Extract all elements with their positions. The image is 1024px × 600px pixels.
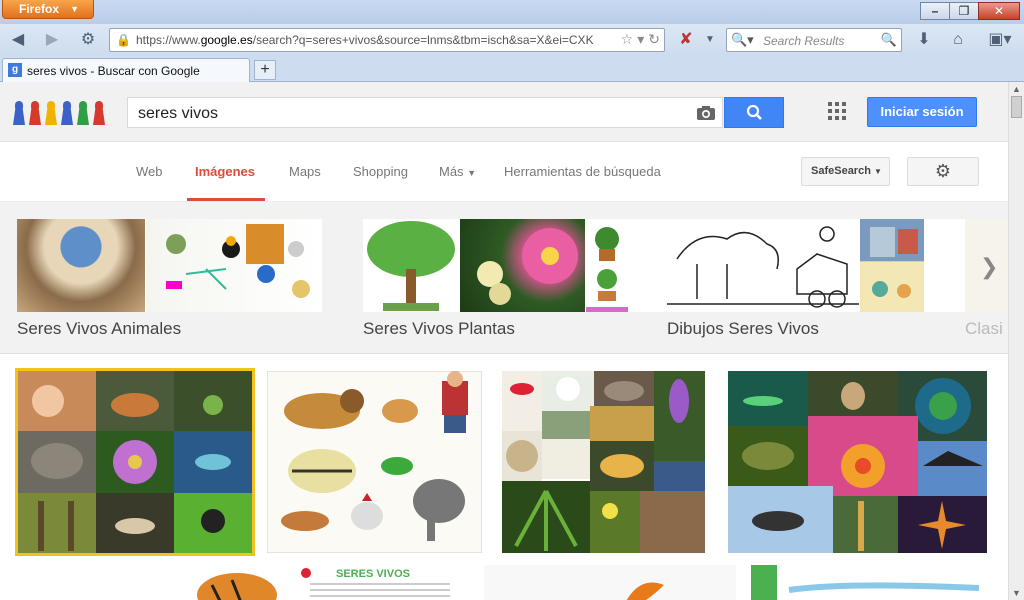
thumbnail-image: [363, 219, 459, 312]
addon-icon[interactable]: ✘: [676, 31, 696, 49]
minimize-icon: –: [931, 4, 939, 18]
thumbnail-image: [860, 219, 924, 312]
sign-in-button[interactable]: Iniciar sesión: [867, 97, 977, 127]
minimize-button[interactable]: –: [920, 2, 950, 20]
bookmark-star-icon[interactable]: ☆: [621, 31, 634, 48]
navigation-toolbar: ◀ ▶ ⚙ 🔒 https://www.google.es/search?q=s…: [0, 24, 1024, 56]
search-bar[interactable]: 🔍▾ Search Results 🔍: [726, 28, 902, 52]
image-result[interactable]: [502, 371, 705, 553]
home-icon[interactable]: ⌂: [948, 31, 968, 49]
scroll-up-icon[interactable]: ▲: [1012, 84, 1021, 94]
search-type-nav: Web Imágenes Maps Shopping Más ▼ Herrami…: [0, 142, 1008, 202]
url-text[interactable]: https://www.google.es/search?q=seres+viv…: [136, 33, 616, 47]
search-placeholder: Search Results: [763, 34, 845, 48]
forward-icon[interactable]: ▶: [42, 31, 62, 49]
related-label[interactable]: Clasi: [965, 319, 1003, 339]
search-go-icon[interactable]: 🔍: [881, 32, 897, 48]
scrollbar-thumb[interactable]: [1011, 96, 1022, 118]
url-bar[interactable]: 🔒 https://www.google.es/search?q=seres+v…: [109, 28, 665, 52]
nav-shopping[interactable]: Shopping: [353, 164, 408, 179]
addon-dropdown-icon[interactable]: ▼: [700, 31, 720, 49]
tab-google-search[interactable]: g seres vivos - Buscar con Google: [2, 58, 250, 82]
tab-title: seres vivos - Buscar con Google: [27, 64, 200, 78]
google-search-button[interactable]: [724, 97, 784, 128]
back-icon[interactable]: ◀: [8, 31, 28, 49]
related-item[interactable]: Seres Vivos Plantas: [363, 219, 668, 338]
chevron-down-icon: ▼: [70, 4, 79, 14]
nav-more[interactable]: Más ▼: [439, 164, 476, 179]
new-tab-button[interactable]: +: [254, 60, 276, 80]
firefox-menu-button[interactable]: Firefox ▼: [2, 0, 94, 19]
svg-text:SERES VIVOS: SERES VIVOS: [336, 568, 410, 580]
search-engine-icon[interactable]: 🔍▾: [731, 32, 754, 48]
image-result[interactable]: [267, 371, 482, 553]
thumbnail-image: [146, 219, 322, 312]
thumbnail-image: [460, 219, 585, 312]
chevron-right-icon[interactable]: ❯: [980, 254, 998, 280]
related-label[interactable]: Seres Vivos Animales: [17, 319, 181, 339]
google-favicon-icon: g: [8, 63, 22, 77]
image-result[interactable]: [15, 368, 255, 556]
apps-grid-icon[interactable]: [828, 102, 846, 120]
restore-button[interactable]: ❐: [949, 2, 979, 20]
search-icon: [746, 104, 762, 120]
related-searches: Seres Vivos Animales Seres Vivos Plantas…: [0, 202, 1008, 354]
reload-icon[interactable]: ↻: [648, 31, 660, 48]
related-label[interactable]: Seres Vivos Plantas: [363, 319, 515, 339]
nav-maps[interactable]: Maps: [289, 164, 321, 179]
image-result[interactable]: [17, 565, 281, 600]
url-dropdown-icon[interactable]: ▾: [637, 31, 644, 48]
nav-web[interactable]: Web: [136, 164, 163, 179]
google-header: seres vivos Iniciar sesión: [0, 82, 1008, 142]
settings-gear-icon[interactable]: ⚙: [907, 157, 979, 186]
window-titlebar: Firefox ▼ – ❐ ✕: [0, 0, 1024, 24]
related-item[interactable]: Seres Vivos Animales: [17, 219, 322, 338]
close-window-button[interactable]: ✕: [978, 2, 1020, 20]
nav-search-tools[interactable]: Herramientas de búsqueda: [504, 164, 661, 179]
close-icon: ✕: [993, 4, 1005, 18]
image-result[interactable]: [728, 371, 987, 553]
image-results-grid: SERES VIVOS: [0, 355, 1008, 600]
window-controls: – ❐ ✕: [920, 2, 1020, 20]
firefox-menu-label: Firefox: [19, 2, 60, 16]
related-item[interactable]: Dibujos Seres Vivos: [667, 219, 972, 338]
tab-strip: g seres vivos - Buscar con Google +: [0, 56, 1024, 82]
nav-images[interactable]: Imágenes: [195, 164, 255, 179]
image-result[interactable]: [484, 565, 736, 600]
thumbnail-image: [667, 219, 859, 312]
thumbnail-image: [17, 219, 145, 312]
identity-icon[interactable]: ⚙: [78, 31, 98, 49]
lock-icon: 🔒: [116, 33, 131, 47]
bookmarks-menu-icon[interactable]: ▣▾: [985, 31, 1015, 49]
image-result[interactable]: SERES VIVOS: [292, 565, 466, 600]
camera-icon[interactable]: [696, 105, 716, 121]
page-scrollbar[interactable]: ▲ ▼: [1008, 82, 1024, 600]
image-result[interactable]: [749, 565, 991, 600]
restore-icon: ❐: [958, 4, 970, 18]
search-query: seres vivos: [138, 105, 219, 122]
related-label[interactable]: Dibujos Seres Vivos: [667, 319, 819, 339]
scroll-down-icon[interactable]: ▼: [1012, 588, 1021, 598]
active-tab-underline: [187, 198, 265, 201]
safesearch-button[interactable]: SafeSearch ▼: [801, 157, 890, 186]
thumbnail-image: [586, 219, 628, 312]
download-icon[interactable]: ⬇: [914, 31, 934, 49]
google-search-input[interactable]: seres vivos: [127, 97, 723, 128]
google-doodle-logo[interactable]: [12, 101, 108, 125]
